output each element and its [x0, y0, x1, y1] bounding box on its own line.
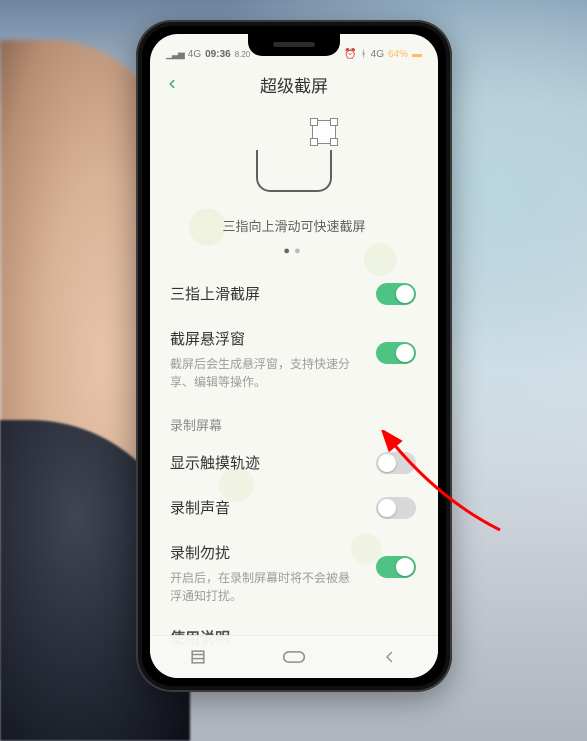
earpiece-speaker [273, 42, 315, 47]
status-left: ▁▃▅ 4G 09:36 8.20 [160, 49, 250, 60]
hero-illustration [248, 116, 340, 192]
nav-home-button[interactable] [280, 643, 308, 671]
hero-caption: 三指向上滑动可快速截屏 [222, 216, 365, 235]
bluetooth-icon: ᚼ [361, 49, 367, 60]
row-three-finger[interactable]: 三指上滑截屏 [150, 271, 438, 316]
toggle-record-dnd[interactable] [376, 556, 416, 578]
network-label: 4G [188, 49, 201, 60]
nav-back-button[interactable] [376, 643, 404, 671]
screen: ▁▃▅ 4G 09:36 8.20 ⏰ ᚼ 4G 64% ▬ 超级截 [150, 34, 438, 678]
toggle-show-touch[interactable] [376, 452, 416, 474]
settings-list: 三指上滑截屏 截屏悬浮窗 截屏后会生成悬浮窗，支持快速分享、编辑等操作。 录制屏… [150, 271, 438, 648]
toggle-float-window[interactable] [376, 342, 416, 364]
row-float-window[interactable]: 截屏悬浮窗 截屏后会生成悬浮窗，支持快速分享、编辑等操作。 [150, 316, 438, 403]
row-show-touch[interactable]: 显示触摸轨迹 [150, 440, 438, 485]
hero-panel[interactable]: 三指向上滑动可快速截屏 ●● [170, 110, 418, 263]
row-subtext: 开启后，在录制屏幕时将不会被悬浮通知打扰。 [170, 569, 360, 605]
battery-pct: 64% [388, 49, 408, 60]
status-time: 09:36 [205, 49, 231, 60]
signal-icon: ▁▃▅ [166, 49, 184, 60]
status-subtime: 8.20 [235, 50, 251, 59]
toggle-three-finger[interactable] [376, 283, 416, 305]
network2-label: 4G [371, 49, 384, 60]
row-record-dnd[interactable]: 录制勿扰 开启后，在录制屏幕时将不会被悬浮通知打扰。 [150, 530, 438, 617]
toggle-record-audio[interactable] [376, 497, 416, 519]
nav-recent-button[interactable] [184, 643, 212, 671]
phone-bezel: ▁▃▅ 4G 09:36 8.20 ⏰ ᚼ 4G 64% ▬ 超级截 [142, 26, 446, 686]
nav-bar [150, 635, 438, 678]
section-record: 录制屏幕 [150, 403, 438, 440]
row-subtext: 截屏后会生成悬浮窗，支持快速分享、编辑等操作。 [170, 355, 360, 391]
alarm-icon: ⏰ [344, 49, 356, 60]
page-title: 超级截屏 [150, 72, 438, 97]
row-record-audio[interactable]: 录制声音 [150, 485, 438, 530]
back-button[interactable] [160, 72, 184, 96]
selection-rect-icon [312, 120, 336, 144]
battery-icon: ▬ [412, 49, 422, 60]
title-bar: 超级截屏 [150, 62, 438, 106]
phone-frame: ▁▃▅ 4G 09:36 8.20 ⏰ ᚼ 4G 64% ▬ 超级截 [136, 20, 452, 692]
status-right: ⏰ ᚼ 4G 64% ▬ [344, 49, 428, 60]
page-dots[interactable]: ●● [283, 245, 304, 257]
